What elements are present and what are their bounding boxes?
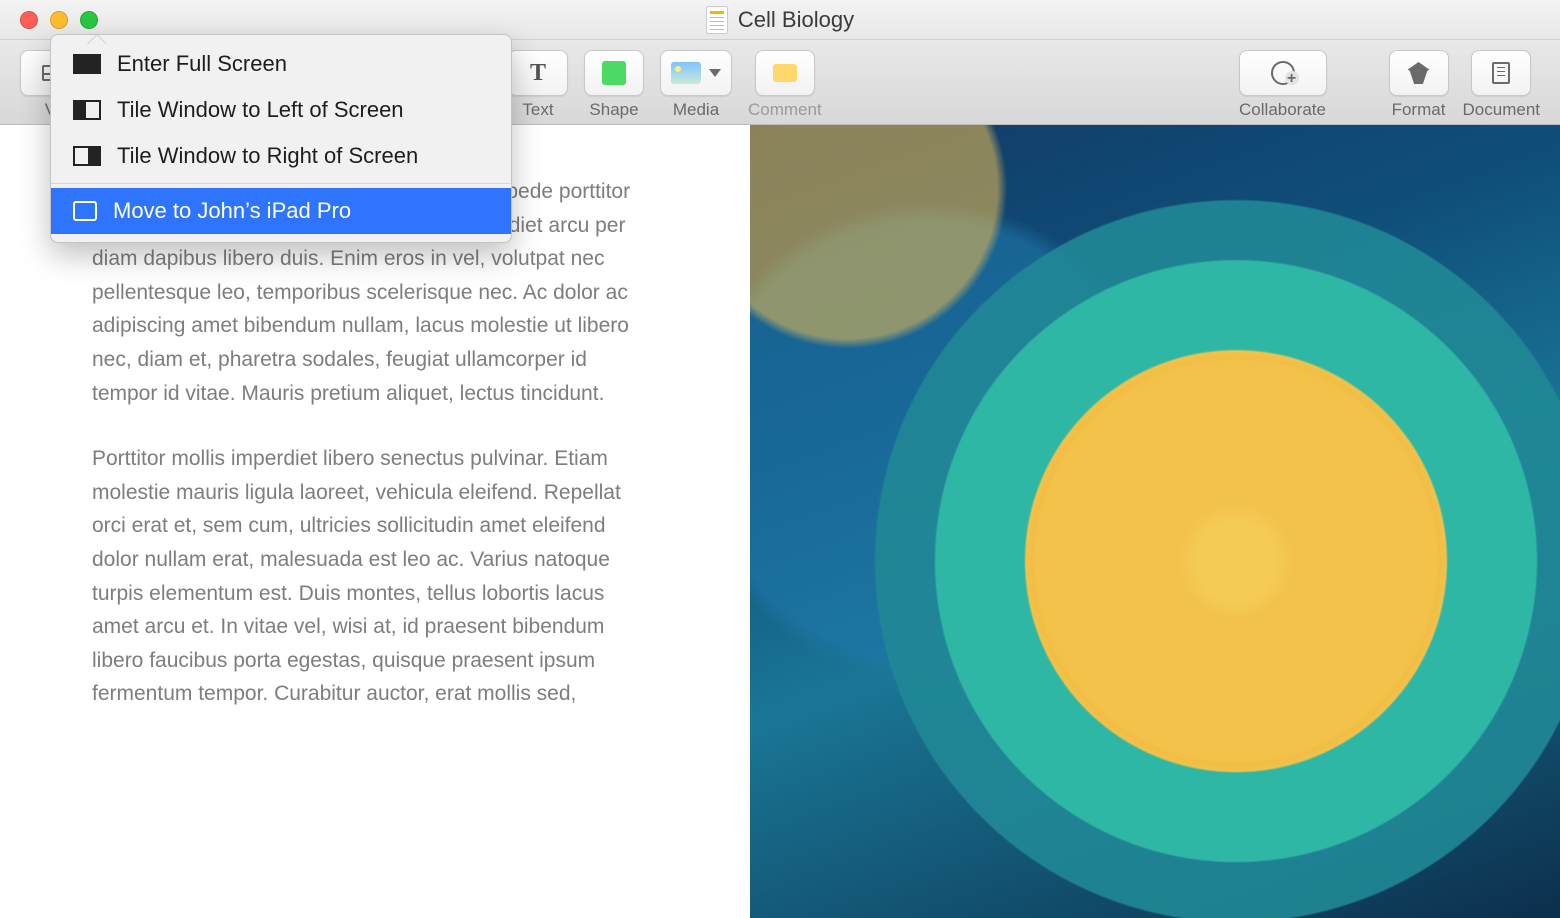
format-icon: [1408, 62, 1430, 84]
window-close-button[interactable]: [20, 11, 38, 29]
document-icon: [1492, 62, 1510, 84]
shape-button[interactable]: [584, 50, 644, 96]
tile-left-icon: [73, 100, 101, 120]
text-label: Text: [522, 100, 553, 120]
window-menu: Enter Full Screen Tile Window to Left of…: [50, 34, 512, 243]
shape-icon: [602, 61, 626, 85]
chevron-down-icon: [709, 69, 721, 77]
fullscreen-icon: [73, 54, 101, 74]
menu-item-label: Move to John’s iPad Pro: [113, 198, 351, 224]
ipad-icon: [73, 201, 97, 221]
document-icon: [706, 6, 728, 34]
collaborate-button[interactable]: [1239, 50, 1327, 96]
text-icon: T: [530, 61, 546, 85]
media-button[interactable]: [660, 50, 732, 96]
menu-item-label: Enter Full Screen: [117, 51, 287, 77]
comment-button[interactable]: [755, 50, 815, 96]
document-button[interactable]: [1471, 50, 1531, 96]
menu-item-move-to-ipad[interactable]: Move to John’s iPad Pro: [51, 188, 511, 234]
document-label: Document: [1463, 100, 1540, 120]
menu-item-tile-right[interactable]: Tile Window to Right of Screen: [51, 133, 511, 179]
menu-item-label: Tile Window to Left of Screen: [117, 97, 404, 123]
document-page[interactable]: Arcu habitasse elementum est, ipsum puru…: [0, 125, 750, 918]
comment-icon: [773, 64, 797, 82]
menu-item-label: Tile Window to Right of Screen: [117, 143, 418, 169]
document-image[interactable]: [750, 125, 1560, 918]
tile-right-icon: [73, 146, 101, 166]
collaborate-icon: [1271, 61, 1295, 85]
format-label: Format: [1392, 100, 1446, 120]
media-label: Media: [673, 100, 719, 120]
text-button[interactable]: T: [508, 50, 568, 96]
comment-label: Comment: [748, 100, 822, 120]
document-area: Arcu habitasse elementum est, ipsum puru…: [0, 125, 1560, 918]
menu-item-tile-left[interactable]: Tile Window to Left of Screen: [51, 87, 511, 133]
menu-separator: [51, 183, 511, 184]
menu-item-enter-full-screen[interactable]: Enter Full Screen: [51, 41, 511, 87]
window-title: Cell Biology: [738, 7, 854, 33]
collaborate-label: Collaborate: [1239, 100, 1326, 120]
window-minimize-button[interactable]: [50, 11, 68, 29]
format-button[interactable]: [1389, 50, 1449, 96]
body-paragraph: Porttitor mollis imperdiet libero senect…: [92, 442, 652, 711]
shape-label: Shape: [589, 100, 638, 120]
media-icon: [671, 62, 701, 84]
